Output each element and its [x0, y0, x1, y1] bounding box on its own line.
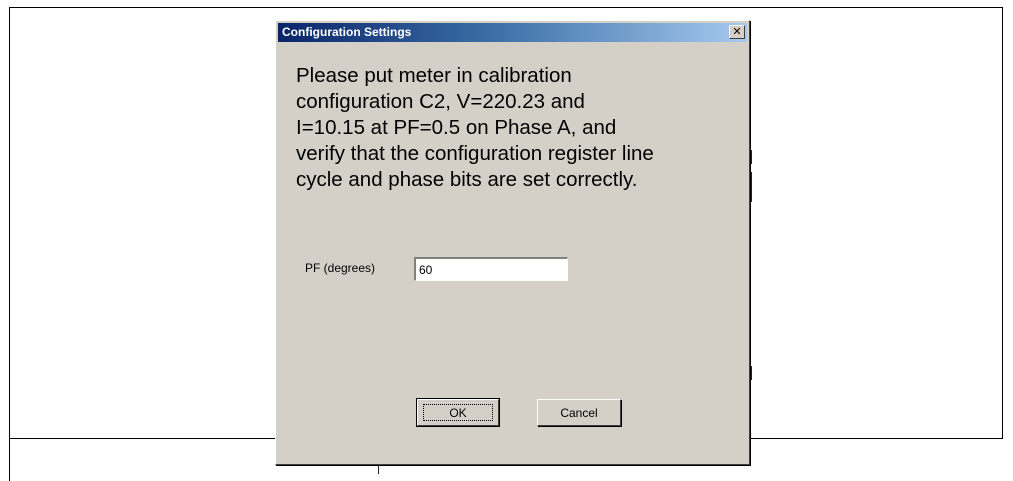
dialog-title: Configuration Settings: [282, 25, 412, 39]
background-line: [751, 172, 752, 202]
configuration-settings-dialog: Configuration Settings ✕ Please put mete…: [275, 20, 750, 465]
pf-degrees-input[interactable]: [414, 257, 568, 281]
page-frame-right: [1002, 7, 1003, 439]
ok-button[interactable]: OK: [416, 398, 500, 427]
background-line: [751, 150, 752, 164]
instruction-message: Please put meter in calibration configur…: [296, 63, 746, 193]
background-line: [751, 366, 752, 380]
message-line: verify that the configuration register l…: [296, 142, 654, 165]
ok-button-label: OK: [423, 404, 493, 421]
pf-degrees-label: PF (degrees): [305, 261, 376, 275]
page-frame-top: [9, 7, 1003, 8]
cancel-button-label: Cancel: [560, 405, 598, 420]
message-line: cycle and phase bits are set correctly.: [296, 168, 638, 191]
message-line: Please put meter in calibration: [296, 64, 572, 87]
dialog-titlebar[interactable]: Configuration Settings ✕: [278, 23, 747, 42]
message-line: configuration C2, V=220.23 and: [296, 90, 585, 113]
cancel-button[interactable]: Cancel: [537, 399, 621, 426]
close-icon: ✕: [732, 25, 742, 38]
message-line: I=10.15 at PF=0.5 on Phase A, and: [296, 116, 617, 139]
page-frame-left: [9, 7, 10, 481]
close-button[interactable]: ✕: [729, 25, 745, 39]
